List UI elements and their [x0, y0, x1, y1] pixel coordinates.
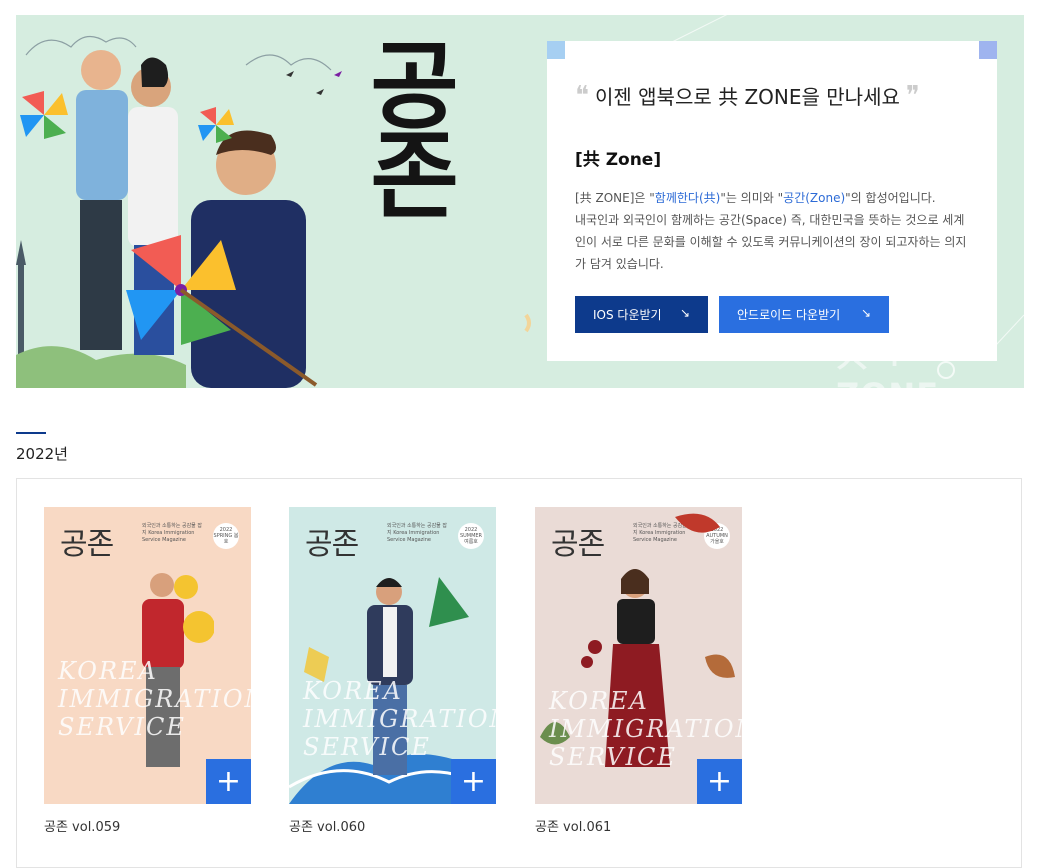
app-banner: 공존 ❝ 이젠 앱북으로 共 ZONE을 만나세요 ❞ [共 Zone] [共 … — [16, 15, 1024, 388]
android-download-button[interactable]: 안드로이드 다운받기 ↘ — [719, 296, 889, 333]
magazine-cover[interactable]: 공존 외국인과 소통하는 공감물 잡지 Korea Immigration Se… — [289, 507, 496, 804]
magazine-title[interactable]: 공존 vol.061 — [535, 816, 742, 835]
add-plus-button[interactable]: + — [697, 759, 742, 804]
cover-subtitle: 외국인과 소통하는 공감물 잡지 Korea Immigration Servi… — [142, 523, 202, 543]
cover-subtitle: 외국인과 소통하는 공감물 잡지 Korea Immigration Servi… — [387, 523, 447, 543]
close-quote-icon: ❞ — [905, 80, 920, 111]
open-quote-icon: ❝ — [575, 80, 589, 111]
zone-watermark: 共 + ZONE — [836, 336, 938, 388]
desc-line2: 내국인과 외국인이 함께하는 공간(Space) 즉, 대한민국을 뜻하는 것으… — [575, 213, 967, 271]
arrow-icon: ↘ — [679, 306, 690, 320]
magazine-title[interactable]: 공존 vol.060 — [289, 816, 496, 835]
arrow-icon: ↘ — [860, 306, 871, 320]
desc-highlight: 공간(Zone) — [783, 191, 846, 205]
family-pinwheel-illustration — [16, 36, 342, 388]
banner-headline: ❝ 이젠 앱북으로 共 ZONE을 만나세요 ❞ — [575, 81, 920, 110]
cover-title: 공존 — [305, 527, 359, 562]
magazine-item[interactable]: 공존 외국인과 소통하는 공감물 잡지 Korea Immigration Se… — [44, 507, 251, 835]
season-badge: 2022 SUMMER 여름호 — [458, 523, 484, 549]
magazine-item[interactable]: 공존 외국인과 소통하는 공감물 잡지 Korea Immigration Se… — [535, 507, 742, 835]
add-plus-button[interactable]: + — [451, 759, 496, 804]
gongjon-logo: 공존 — [350, 35, 462, 215]
magazine-cover[interactable]: 공존 외국인과 소통하는 공감물 잡지 Korea Immigration Se… — [44, 507, 251, 804]
card-corner-square — [979, 41, 997, 59]
year-heading: 2022년 — [16, 445, 68, 463]
add-plus-button[interactable]: + — [206, 759, 251, 804]
ios-download-label: IOS 다운받기 — [593, 308, 662, 322]
season-badge: 2022 SPRING 봄호 — [213, 523, 239, 549]
info-card: ❝ 이젠 앱북으로 共 ZONE을 만나세요 ❞ [共 Zone] [共 ZON… — [547, 41, 997, 361]
ios-download-button[interactable]: IOS 다운받기 ↘ — [575, 296, 708, 333]
cover-script-text: KOREA IMMIGRATION SERVICE — [303, 677, 496, 761]
zone-description: [共 ZONE]은 "함께한다(共)"는 의미와 "공간(Zone)"의 합성어… — [575, 187, 975, 275]
banner-headline-text: 이젠 앱북으로 共 ZONE을 만나세요 — [595, 85, 900, 109]
desc-rest: "의 합성어입니다. — [845, 191, 936, 205]
section-accent-line — [16, 432, 46, 434]
magazine-item[interactable]: 공존 외국인과 소통하는 공감물 잡지 Korea Immigration Se… — [289, 507, 496, 835]
cover-script-text: KOREA IMMIGRATION SERVICE — [58, 657, 251, 741]
cover-title: 공존 — [60, 527, 114, 562]
desc-highlight: 함께한다(共) — [654, 191, 721, 205]
android-download-label: 안드로이드 다운받기 — [737, 308, 841, 322]
magazine-title[interactable]: 공존 vol.059 — [44, 816, 251, 835]
magazine-cover[interactable]: 공존 외국인과 소통하는 공감물 잡지 Korea Immigration Se… — [535, 507, 742, 804]
magazine-grid: 공존 외국인과 소통하는 공감물 잡지 Korea Immigration Se… — [16, 478, 1022, 868]
desc-prefix: [共 ZONE]은 " — [575, 191, 655, 205]
card-corner-square — [547, 41, 565, 59]
zone-title: [共 Zone] — [575, 150, 662, 170]
desc-mid: "는 의미와 " — [720, 191, 784, 205]
